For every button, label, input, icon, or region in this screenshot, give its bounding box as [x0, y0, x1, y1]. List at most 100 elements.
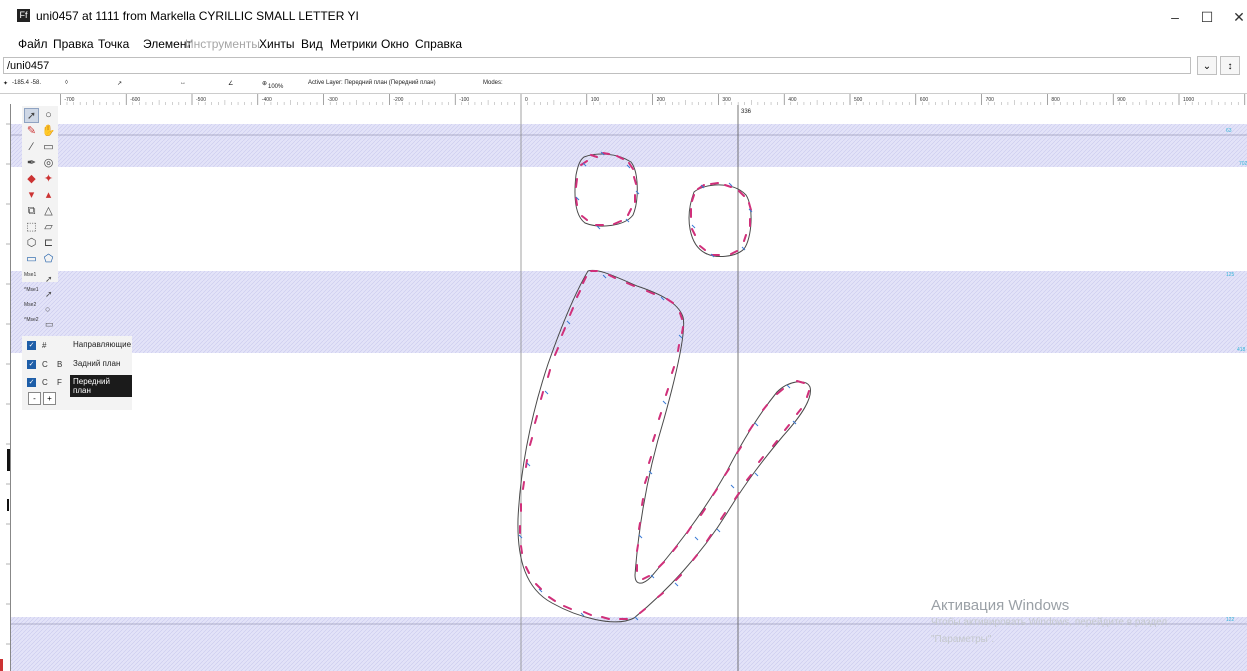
ruler-label: 0 — [525, 97, 528, 103]
menu-point[interactable]: Точка — [98, 37, 129, 51]
dot-contour-right[interactable] — [688, 184, 752, 257]
layer-type: F — [57, 378, 62, 387]
remove-layer-button[interactable]: - — [28, 392, 41, 405]
ruler-label: 200 — [657, 97, 666, 103]
activation-watermark-text: "Параметры". — [931, 634, 995, 645]
menu-tools[interactable]: Инструменты — [185, 37, 260, 51]
pointer-tool-icon[interactable]: ➚ — [24, 108, 39, 123]
corner-point-icon[interactable]: ▾ — [24, 188, 39, 203]
layer-type: B — [57, 360, 63, 369]
magnify-icon: ○ — [45, 304, 51, 314]
active-layer-label: Active Layer: Передний план (Передний пл… — [308, 80, 436, 86]
distance-icon: ↗ — [117, 81, 123, 87]
ruler-label: -100 — [459, 97, 469, 103]
ruler-ticks: -700 -600 -500 -400 -300 -200 -100 0 100 200 300 40… — [60, 94, 1246, 105]
ruler-label: -600 — [130, 97, 140, 103]
mod-label: Mse1 — [24, 272, 37, 278]
rotate-tool-icon[interactable]: △ — [41, 204, 56, 219]
pointer-icon: ➚ — [45, 274, 53, 284]
zone-labels: 63 702 125 418 122 — [1226, 128, 1247, 623]
close-button[interactable]: ✕ — [1219, 4, 1247, 30]
scroll-hand-tool-icon[interactable]: ✋ — [41, 124, 56, 139]
skew-tool-icon[interactable]: ▱ — [41, 220, 56, 235]
ruler-label: 800 — [1051, 97, 1060, 103]
layer-kind: # — [42, 341, 47, 350]
glyph-name-input[interactable]: /uni0457 — [3, 57, 1191, 74]
layer-name[interactable]: Задний план — [70, 357, 123, 370]
modes-label: Modes: — [483, 80, 503, 86]
ruler-label: -400 — [262, 97, 272, 103]
menu-view[interactable]: Вид — [301, 37, 323, 51]
3d-rotate-tool-icon[interactable]: ⬡ — [24, 236, 39, 251]
perspective-tool-icon[interactable]: ⊏ — [41, 236, 56, 251]
layer-name[interactable]: Направляющие — [70, 338, 134, 351]
mod-label: Mse2 — [24, 302, 37, 308]
pointer-icon: ✦ — [3, 81, 9, 87]
width-icon: ↔ — [180, 80, 186, 86]
layer-row-foreground[interactable]: ✓ C F Передний план — [22, 374, 132, 397]
glyph-drawing[interactable]: 336 63 702 125 418 122 — [11, 105, 1247, 671]
knife-tool-icon[interactable]: ∕ — [24, 140, 39, 155]
tangent-point-icon[interactable]: ▴ — [41, 188, 56, 203]
layer-name[interactable]: Передний план — [70, 375, 132, 397]
ruler-label: 700 — [986, 97, 995, 103]
layer-visible-checkbox[interactable]: ✓ — [27, 341, 36, 350]
ruler-label: 900 — [1117, 97, 1126, 103]
layer-kind: C — [42, 360, 48, 369]
menu-hints[interactable]: Хинты — [259, 37, 294, 51]
zone-label: 125 — [1226, 272, 1235, 278]
layer-visible-checkbox[interactable]: ✓ — [27, 360, 36, 369]
ruler-label: -300 — [328, 97, 338, 103]
glyph-canvas[interactable]: 336 63 702 125 418 122 — [11, 105, 1247, 671]
window-title: uni0457 at 1111 from Markella CYRILLIC S… — [36, 9, 359, 23]
layer-visible-checkbox[interactable]: ✓ — [27, 378, 36, 387]
cursor-x-label: 336 — [741, 109, 752, 115]
zoom-level: 100% — [268, 84, 284, 90]
point-icon: ◊ — [65, 80, 68, 86]
menu-file[interactable]: Файл — [18, 37, 48, 51]
path-dropdown-button[interactable]: ⌄ — [1197, 56, 1217, 75]
contour-handles — [518, 151, 797, 621]
menu-window[interactable]: Окно — [381, 37, 409, 51]
vertical-ruler[interactable] — [0, 104, 11, 671]
hv-curve-point-icon[interactable]: ✦ — [41, 172, 56, 187]
mouse-modifier-hints: Mse1 ➚ ^Mse1 ➚ Mse2 ○ ^Mse2 ▭ — [22, 270, 58, 332]
menu-bar: Файл Правка Точка Элемент Инструменты Хи… — [0, 35, 1247, 55]
menu-help[interactable]: Справка — [415, 37, 462, 51]
zone-label: 63 — [1226, 128, 1232, 134]
activation-watermark-title: Активация Windows — [931, 597, 1070, 614]
tool-palette: ➚ ○ ✎ ✋ ∕ ▭ ✒ ◎ ◆ ✦ ▾ ▴ ⧉ △ ⬚ ▱ ⬡ ⊏ ▭ ⬠ — [22, 106, 58, 282]
magnify-tool-icon[interactable]: ○ — [41, 108, 56, 123]
path-sort-button[interactable]: ↕ — [1220, 56, 1240, 75]
curve-point-icon[interactable]: ◆ — [24, 172, 39, 187]
zone-label: 122 — [1226, 617, 1235, 623]
zone-label: 418 — [1237, 347, 1246, 353]
mod-label: ^Mse1 — [24, 287, 39, 293]
mod-label: ^Mse2 — [24, 317, 39, 323]
scale-tool-icon[interactable]: ⧉ — [24, 204, 39, 219]
ruler-label: 500 — [854, 97, 863, 103]
menu-metrics[interactable]: Метрики — [330, 37, 377, 51]
title-bar: Ff uni0457 at 1111 from Markella CYRILLI… — [0, 0, 1247, 34]
ruler-label: 600 — [920, 97, 929, 103]
ruler-tool-icon[interactable]: ▭ — [41, 140, 56, 155]
add-layer-button[interactable]: + — [43, 392, 56, 405]
polygon-tool-icon[interactable]: ⬠ — [41, 252, 56, 267]
pointer-icon: ➚ — [45, 289, 53, 299]
ruler-label: 1000 — [1183, 97, 1194, 103]
rectangle-tool-icon[interactable]: ▭ — [24, 252, 39, 267]
spiro-tool-icon[interactable]: ◎ — [41, 156, 56, 171]
cursor-coordinates: -185.4 -58. — [12, 80, 42, 86]
flip-tool-icon[interactable]: ⬚ — [24, 220, 39, 235]
layers-panel: ✓ # Направляющие ✓ C B Задний план ✓ C F… — [22, 336, 132, 410]
angle-icon: ∠ — [228, 81, 234, 87]
layer-row-guides[interactable]: ✓ # Направляющие — [22, 337, 132, 354]
pen-tool-icon[interactable]: ✒ — [24, 156, 39, 171]
ruler-label: 300 — [722, 97, 731, 103]
vertical-ruler-ticks — [0, 123, 10, 671]
menu-edit[interactable]: Правка — [53, 37, 94, 51]
fontforge-icon: Ff — [17, 9, 30, 22]
layer-row-background[interactable]: ✓ C B Задний план — [22, 356, 132, 373]
info-bar: ✦ -185.4 -58. ◊ ↗ ↔ ∠ ⊕ 100% Active Laye… — [0, 76, 1247, 92]
freehand-tool-icon[interactable]: ✎ — [24, 124, 39, 139]
